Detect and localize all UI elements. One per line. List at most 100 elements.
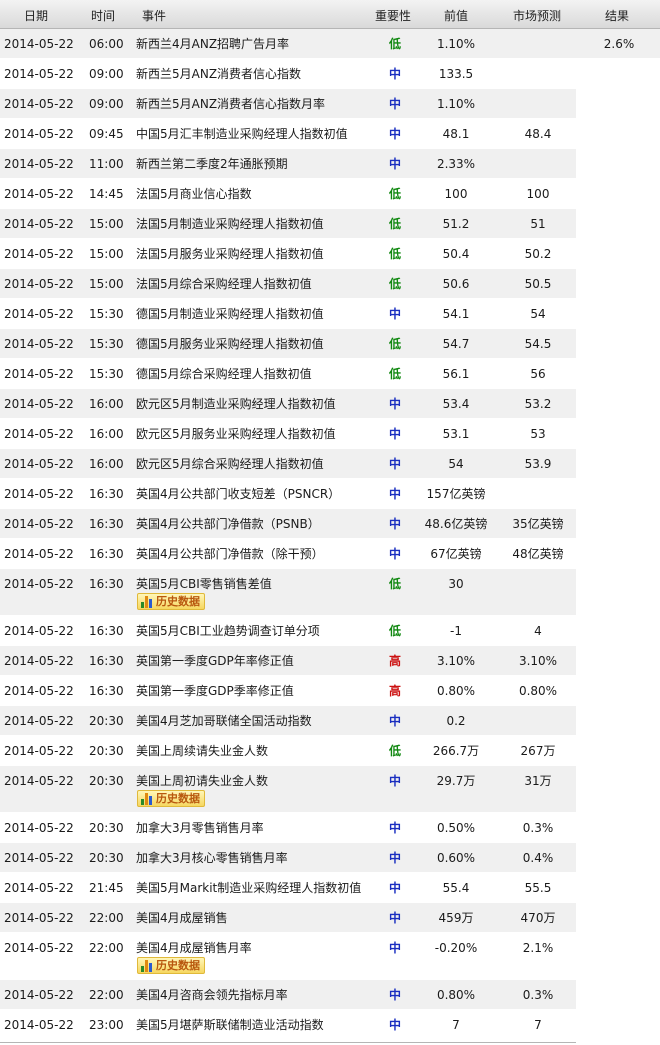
row-forecast: 48亿英镑 xyxy=(512,547,564,561)
row-event: 英国5月CBI零售销售差值 xyxy=(136,577,272,591)
row-forecast: 53.9 xyxy=(524,457,552,471)
row-previous: 100 xyxy=(444,187,468,201)
row-forecast: 0.80% xyxy=(518,684,558,698)
row-importance: 中 xyxy=(388,988,401,1002)
row-previous: 157亿英镑 xyxy=(426,487,486,501)
row-importance: 中 xyxy=(388,547,401,561)
history-data-button[interactable]: 历史数据 xyxy=(137,957,205,974)
header-importance: 重要性 xyxy=(375,9,412,23)
row-importance: 中 xyxy=(388,127,401,141)
row-forecast: 56 xyxy=(530,367,546,381)
row-forecast: 31万 xyxy=(524,774,552,788)
row-importance: 中 xyxy=(388,1018,401,1032)
row-importance: 低 xyxy=(388,277,401,291)
row-event: 美国上周初请失业金人数 xyxy=(136,774,269,788)
row-forecast: 50.2 xyxy=(524,247,552,261)
row-date: 2014-05-22 xyxy=(4,37,74,51)
row-forecast: 4 xyxy=(534,624,542,638)
row-importance: 中 xyxy=(388,457,401,471)
row-time: 15:30 xyxy=(89,307,124,321)
row-event: 新西兰5月ANZ消费者信心指数 xyxy=(136,67,302,81)
row-previous: 48.6亿英镑 xyxy=(424,517,488,531)
row-previous: -0.20% xyxy=(434,941,478,955)
row-event: 英国5月CBI工业趋势调查订单分项 xyxy=(136,624,320,638)
row-date: 2014-05-22 xyxy=(4,988,74,1002)
row-event: 新西兰4月ANZ招聘广告月率 xyxy=(136,37,290,51)
row-time: 22:00 xyxy=(89,911,124,925)
table-row: 2014-05-22 16:30 英国第一季度GDP年率修正值 高 3.10% 3.10% xyxy=(0,646,660,676)
table-row: 2014-05-22 16:30 英国4月公共部门收支短差（PSNCR） 中 157亿英… xyxy=(0,479,660,509)
row-previous: 133.5 xyxy=(438,67,474,81)
row-date: 2014-05-22 xyxy=(4,337,74,351)
row-previous: 0.50% xyxy=(436,821,476,835)
row-date: 2014-05-22 xyxy=(4,577,74,591)
row-importance: 中 xyxy=(388,714,401,728)
history-data-button[interactable]: 历史数据 xyxy=(137,593,205,610)
row-previous: 54.7 xyxy=(442,337,470,351)
header-time: 时间 xyxy=(91,9,116,23)
row-forecast: 54.5 xyxy=(524,337,552,351)
row-event: 美国4月芝加哥联储全国活动指数 xyxy=(136,714,312,728)
row-importance: 低 xyxy=(388,577,401,591)
table-row: 2014-05-22 16:30 英国5月CBI工业趋势调查订单分项 低 -1 4 xyxy=(0,616,660,646)
table-row: 2014-05-22 16:00 欧元区5月综合采购经理人指数初值 中 54 53.9 xyxy=(0,449,660,479)
row-importance: 中 xyxy=(388,157,401,171)
row-forecast: 48.4 xyxy=(524,127,552,141)
row-date: 2014-05-22 xyxy=(4,487,74,501)
row-event: 英国第一季度GDP年率修正值 xyxy=(136,654,294,668)
row-time: 16:30 xyxy=(89,684,124,698)
row-importance: 低 xyxy=(388,367,401,381)
table-row: 2014-05-22 16:30 英国5月CBI零售销售差值 低 30 历史数据 xyxy=(0,569,660,616)
row-date: 2014-05-22 xyxy=(4,941,74,955)
row-forecast: 0.4% xyxy=(522,851,554,865)
table-bottom-border xyxy=(0,1042,576,1043)
table-row: 2014-05-22 14:45 法国5月商业信心指数 低 100 100 xyxy=(0,179,660,209)
row-event: 德国5月制造业采购经理人指数初值 xyxy=(136,307,324,321)
row-event: 新西兰第二季度2年通胀预期 xyxy=(136,157,288,171)
row-previous: 7 xyxy=(452,1018,460,1032)
table-row: 2014-05-22 20:30 加拿大3月核心零售销售月率 中 0.60% 0.4% xyxy=(0,843,660,873)
table-header: 日期 时间 事件 重要性 前值 市场预测 结果 xyxy=(0,0,660,29)
row-event: 美国5月堪萨斯联储制造业活动指数 xyxy=(136,1018,324,1032)
table-row: 2014-05-22 15:30 德国5月综合采购经理人指数初值 低 56.1 56 xyxy=(0,359,660,389)
row-event: 德国5月综合采购经理人指数初值 xyxy=(136,367,312,381)
row-time: 09:00 xyxy=(89,97,124,111)
row-previous: -1 xyxy=(450,624,462,638)
row-event: 美国5月Markit制造业采购经理人指数初值 xyxy=(136,881,362,895)
row-time: 16:30 xyxy=(89,487,124,501)
row-event: 欧元区5月制造业采购经理人指数初值 xyxy=(136,397,336,411)
row-importance: 低 xyxy=(388,217,401,231)
row-previous: 50.6 xyxy=(442,277,470,291)
row-date: 2014-05-22 xyxy=(4,744,74,758)
bar-chart-icon xyxy=(141,596,154,608)
row-forecast: 0.3% xyxy=(522,988,554,1002)
table-row: 2014-05-22 15:00 法国5月服务业采购经理人指数初值 低 50.4 50.2 xyxy=(0,239,660,269)
row-importance: 低 xyxy=(388,337,401,351)
row-date: 2014-05-22 xyxy=(4,714,74,728)
table-row: 2014-05-22 16:00 欧元区5月服务业采购经理人指数初值 中 53.1 53 xyxy=(0,419,660,449)
row-time: 16:30 xyxy=(89,624,124,638)
table-row: 2014-05-22 15:00 法国5月制造业采购经理人指数初值 低 51.2 51 xyxy=(0,209,660,239)
row-previous: 50.4 xyxy=(442,247,470,261)
row-previous: 53.4 xyxy=(442,397,470,411)
history-data-button[interactable]: 历史数据 xyxy=(137,790,205,807)
table-row: 2014-05-22 16:30 英国4月公共部门净借款（PSNB） 中 48.6亿英镑… xyxy=(0,509,660,539)
row-date: 2014-05-22 xyxy=(4,97,74,111)
table-row: 2014-05-22 22:00 美国4月成屋销售月率 中 -0.20% 2.1% 历史数据 xyxy=(0,933,660,980)
row-time: 23:00 xyxy=(89,1018,124,1032)
row-time: 15:00 xyxy=(89,277,124,291)
row-date: 2014-05-22 xyxy=(4,157,74,171)
row-date: 2014-05-22 xyxy=(4,277,74,291)
table-row: 2014-05-22 15:30 德国5月制造业采购经理人指数初值 中 54.1 54 xyxy=(0,299,660,329)
history-data-label: 历史数据 xyxy=(156,595,200,608)
row-event: 英国4月公共部门净借款（除干预） xyxy=(136,547,324,561)
row-date: 2014-05-22 xyxy=(4,774,74,788)
row-time: 22:00 xyxy=(89,988,124,1002)
table-row: 2014-05-22 16:30 英国第一季度GDP季率修正值 高 0.80% 0.80% xyxy=(0,676,660,706)
row-previous: 29.7万 xyxy=(436,774,476,788)
table-row: 2014-05-22 20:30 美国4月芝加哥联储全国活动指数 中 0.2 xyxy=(0,706,660,736)
row-time: 06:00 xyxy=(89,37,124,51)
row-event: 欧元区5月服务业采购经理人指数初值 xyxy=(136,427,336,441)
row-date: 2014-05-22 xyxy=(4,624,74,638)
row-previous: 51.2 xyxy=(442,217,470,231)
